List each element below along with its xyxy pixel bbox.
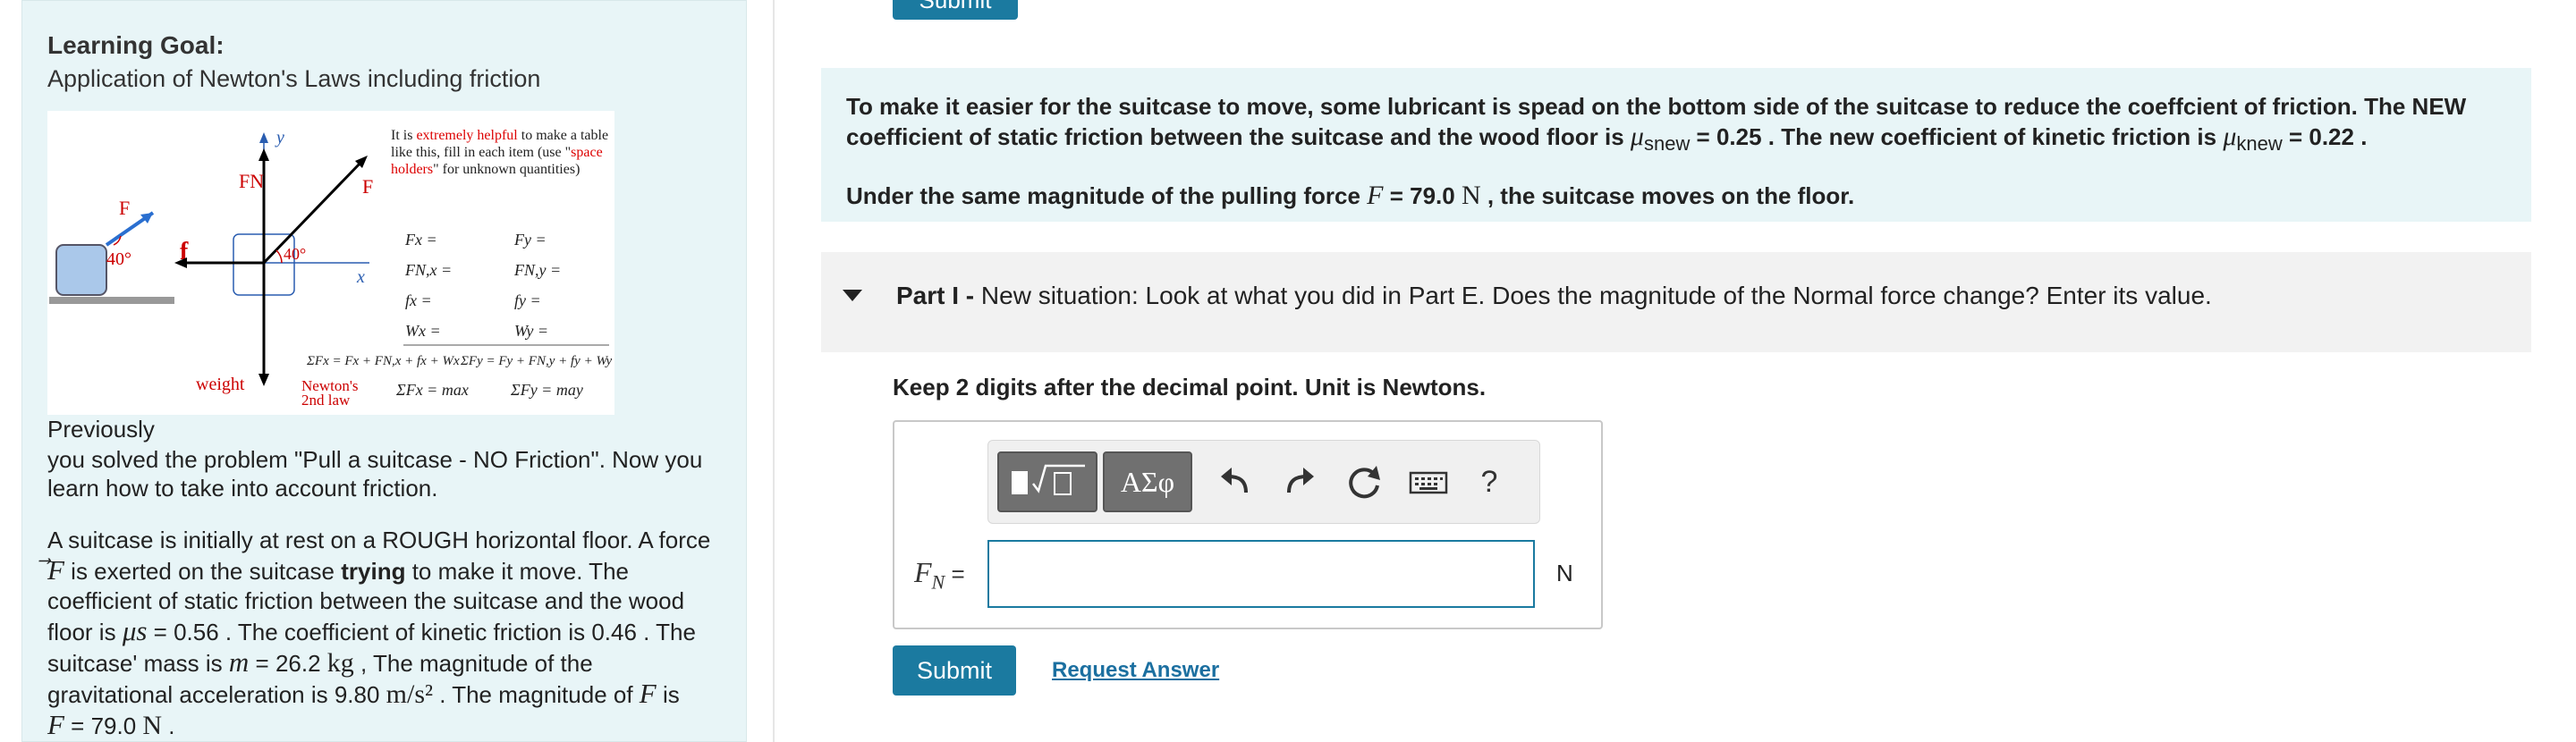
undo-icon[interactable] [1212, 459, 1258, 505]
panel-divider [773, 0, 775, 742]
svg-text:Wy =: Wy = [514, 322, 548, 340]
templates-button[interactable] [997, 451, 1097, 512]
newtons-law-label: Newton's 2nd law [301, 379, 359, 409]
keyboard-icon[interactable] [1405, 459, 1452, 505]
svg-text:FN,x =: FN,x = [404, 261, 452, 279]
part-i-header[interactable]: Part I - New situation: Look at what you… [821, 252, 2531, 352]
math-toolbar: ΑΣφ ? [987, 440, 1540, 524]
collapse-arrow-icon[interactable] [843, 290, 862, 301]
floor-shape [49, 297, 174, 304]
variable-label: FN = [914, 556, 965, 594]
sum-x: ΣFx = Fx + FN,x + fx + Wx [306, 354, 460, 368]
normal-force-label: FN [239, 170, 264, 192]
angle-label-2: 40° [284, 245, 306, 263]
force-label-1: F [119, 197, 130, 219]
svg-text:fx =: fx = [405, 291, 432, 309]
table-note: It is extremely helpful to make a table … [391, 128, 609, 177]
part-i-title: Part I - New situation: Look at what you… [896, 282, 2212, 309]
x-axis-label: x [356, 267, 365, 287]
problem-statement: A suitcase is initially at rest on a ROU… [47, 527, 711, 740]
normal-force-input[interactable] [987, 540, 1535, 608]
answer-box: ΑΣφ ? FN = N [893, 420, 1603, 629]
learning-goal-title: Learning Goal: [47, 31, 225, 59]
reset-icon[interactable] [1341, 459, 1387, 505]
svg-text:fy =: fy = [514, 291, 541, 309]
submit-button[interactable]: Submit [893, 645, 1016, 696]
suitcase-shape [55, 244, 107, 296]
svg-text:Fx =: Fx = [404, 231, 437, 249]
help-button[interactable]: ? [1466, 459, 1513, 505]
info-line-1: To make it easier for the suitcase to mo… [846, 93, 2467, 120]
free-body-diagram-svg: 40° F f y x 40° FN F weight It is extrem… [49, 128, 613, 409]
svg-text:Wx =: Wx = [405, 322, 441, 340]
learning-goal-panel: Learning Goal: Application of Newton's L… [21, 0, 747, 742]
angle-label-1: 40° [106, 249, 131, 269]
new-situation-info: To make it easier for the suitcase to mo… [821, 68, 2531, 222]
info-line-2: coefficient of static friction between t… [846, 122, 2368, 155]
templates-icon [1012, 464, 1085, 495]
components-table: Fx = FN,x = fx = Wx = Fy = FN,y = fy = W… [404, 231, 561, 340]
weight-label: weight [196, 375, 245, 394]
free-body-diagram: 40° F f y x 40° FN F weight It is extrem… [47, 111, 614, 415]
force-label-2: F [362, 175, 373, 198]
intro-rest: you solved the problem "Pull a suitcase … [47, 446, 703, 502]
newton-y: ΣFy = may [510, 381, 583, 399]
sum-y: ΣFy = Fy + FN,y + fy + Wy [460, 354, 613, 368]
redo-icon[interactable] [1276, 459, 1323, 505]
greek-symbols-button[interactable]: ΑΣφ [1103, 451, 1192, 512]
svg-text:FN,y =: FN,y = [513, 261, 561, 279]
svg-text:Fy =: Fy = [513, 231, 547, 249]
newton-x: ΣFx = max [395, 381, 469, 399]
applied-force-arrow [262, 159, 364, 265]
previous-submit-button[interactable]: Submit [893, 0, 1018, 20]
instruction-text: Keep 2 digits after the decimal point. U… [893, 374, 1487, 401]
learning-goal-subtitle: Application of Newton's Laws including f… [47, 65, 541, 92]
info-line-3: Under the same magnitude of the pulling … [846, 181, 1855, 210]
request-answer-link[interactable]: Request Answer [1052, 658, 1219, 683]
y-axis-label: y [275, 128, 284, 148]
unit-label: N [1556, 560, 1573, 586]
